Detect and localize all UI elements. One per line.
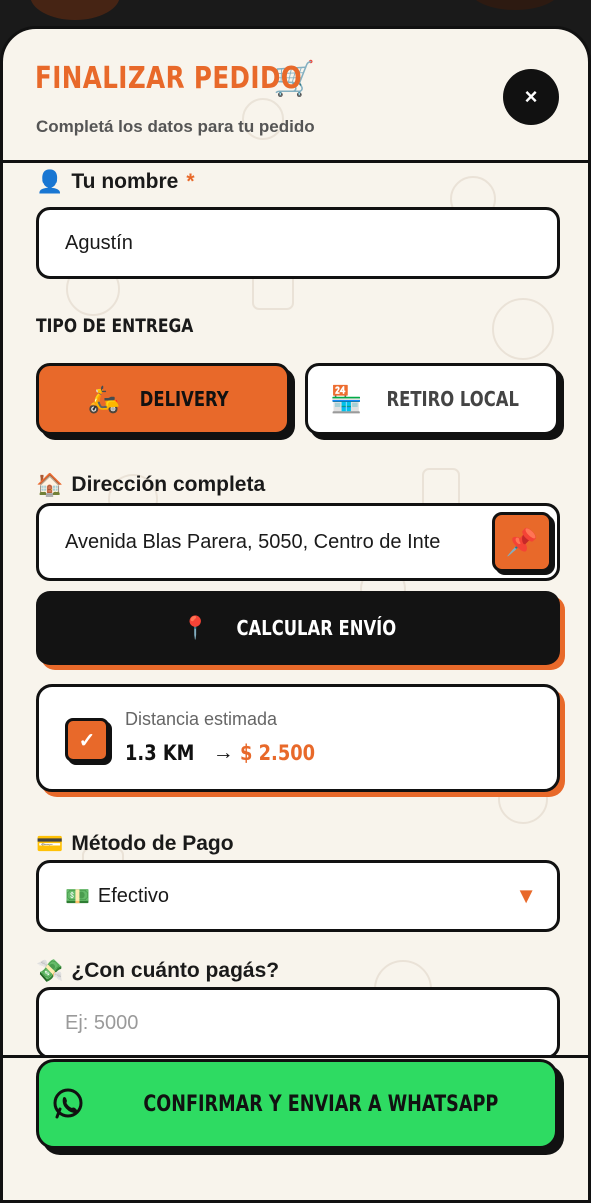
cash-amount-placeholder: Ej: 5000: [65, 1011, 139, 1034]
cash-icon: 💵: [65, 885, 90, 908]
address-label: 🏠 Dirección completa: [36, 472, 265, 498]
confirm-whatsapp-button[interactable]: CONFIRMAR Y ENVIAR A WHATSAPP: [36, 1059, 558, 1149]
name-input[interactable]: Agustín: [36, 207, 560, 279]
credit-card-icon: 💳: [36, 831, 64, 856]
distance-km: 1.3 KM: [125, 741, 195, 765]
cash-amount-input[interactable]: Ej: 5000: [36, 987, 560, 1059]
money-wings-icon: 💸: [36, 958, 64, 983]
modal-title: FINALIZAR PEDIDO: [35, 61, 303, 96]
pushpin-icon: 📌: [505, 526, 539, 557]
modal-subtitle: Completá los datos para tu pedido: [36, 117, 315, 136]
chevron-down-icon: ▼: [515, 883, 537, 908]
location-pin-icon: 📍: [181, 615, 210, 640]
modal-header: FINALIZAR PEDIDO 🛒 Completá los datos pa…: [3, 29, 588, 163]
distance-label: Distancia estimada: [125, 709, 278, 729]
distance-card: ✓ Distancia estimada 1.3 KM → $ 2.500: [36, 684, 560, 792]
payment-method-value: Efectivo: [97, 884, 170, 907]
payment-method-select[interactable]: 💵 Efectivo ▼: [36, 860, 560, 932]
required-mark: *: [186, 170, 195, 193]
confirm-whatsapp-label: CONFIRMAR Y ENVIAR A WHATSAPP: [143, 1091, 499, 1117]
cash-amount-label-text: ¿Con cuánto pagás?: [71, 959, 280, 982]
delivery-option-button[interactable]: 🛵 DELIVERY: [36, 363, 290, 435]
title-row: FINALIZAR PEDIDO 🛒: [35, 61, 315, 96]
distance-value: 1.3 KM → $ 2.500: [125, 741, 328, 765]
background-blob: [30, 0, 120, 20]
locate-pin-button[interactable]: 📌: [492, 512, 552, 572]
name-input-value: Agustín: [65, 231, 133, 254]
close-button[interactable]: ×: [503, 69, 559, 125]
cash-amount-label: 💸 ¿Con cuánto pagás?: [36, 958, 279, 984]
whatsapp-icon: [53, 1088, 83, 1119]
shipping-price: $ 2.500: [239, 741, 315, 765]
checkmark-icon: ✓: [65, 718, 109, 762]
address-input-value: Avenida Blas Parera, 5050, Centro de Int…: [65, 530, 441, 553]
store-icon: 🏪: [330, 383, 363, 414]
delivery-option-label: DELIVERY: [139, 387, 229, 411]
pickup-option-label: RETIRO LOCAL: [386, 387, 520, 411]
arrow-icon: →: [212, 741, 234, 764]
address-input[interactable]: Avenida Blas Parera, 5050, Centro de Int…: [36, 503, 560, 581]
scooter-icon: 🛵: [87, 383, 120, 414]
delivery-type-caption: TIPO DE ENTREGA: [36, 315, 194, 337]
calculate-shipping-label: CALCULAR ENVÍO: [236, 616, 397, 640]
calculate-shipping-button[interactable]: 📍 CALCULAR ENVÍO: [36, 591, 560, 665]
house-icon: 🏠: [36, 472, 64, 497]
user-icon: 👤: [36, 169, 64, 194]
address-label-text: Dirección completa: [71, 473, 266, 496]
background-blob: [470, 0, 560, 10]
name-label: 👤 Tu nombre *: [36, 169, 195, 195]
pickup-option-button[interactable]: 🏪 RETIRO LOCAL: [305, 363, 559, 435]
checkout-modal: FINALIZAR PEDIDO 🛒 Completá los datos pa…: [0, 26, 591, 1203]
payment-label: 💳 Método de Pago: [36, 831, 234, 857]
name-label-text: Tu nombre: [71, 170, 179, 193]
payment-label-text: Método de Pago: [71, 832, 234, 855]
